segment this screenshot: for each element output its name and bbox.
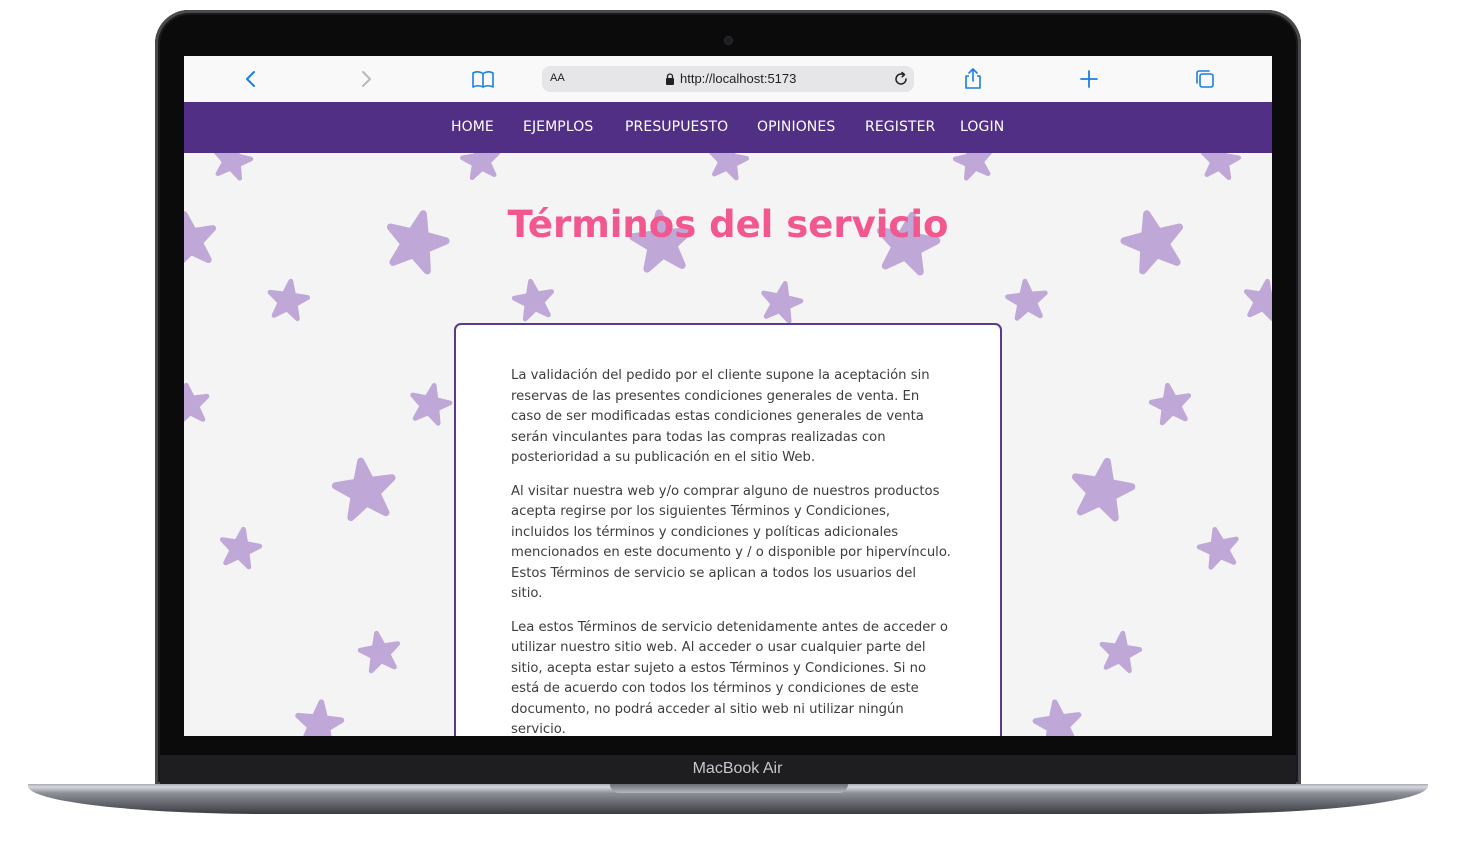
share-icon[interactable] bbox=[961, 67, 985, 91]
star-decoration bbox=[218, 526, 262, 568]
text-size-button[interactable]: AA bbox=[550, 72, 565, 84]
nav-opiniones[interactable]: OPINIONES bbox=[757, 119, 835, 135]
terms-paragraph: Lea estos Términos de servicio detenidam… bbox=[511, 619, 948, 737]
new-tab-icon[interactable] bbox=[1077, 67, 1101, 91]
star-decoration bbox=[333, 457, 397, 519]
back-icon[interactable] bbox=[239, 67, 263, 91]
star-decoration bbox=[512, 278, 556, 320]
star-decoration bbox=[267, 279, 310, 320]
star-decoration bbox=[1033, 699, 1082, 736]
terms-paragraph: La validación del pedido por el cliente … bbox=[511, 368, 930, 465]
star-decoration bbox=[1149, 382, 1193, 424]
star-decoration bbox=[708, 153, 750, 179]
star-decoration bbox=[408, 381, 453, 424]
star-decoration bbox=[358, 630, 402, 672]
star-decoration bbox=[1196, 525, 1241, 568]
page-title: Términos del servicio bbox=[507, 203, 949, 246]
page-content: Términos del servicio La validación del … bbox=[184, 153, 1272, 736]
star-decoration bbox=[1242, 278, 1272, 320]
star-decoration bbox=[1070, 457, 1136, 520]
url-text: http://localhost:5173 bbox=[680, 71, 797, 86]
reload-icon[interactable] bbox=[892, 70, 910, 88]
star-decoration bbox=[460, 153, 501, 179]
nav-login[interactable]: LOGIN bbox=[960, 119, 1004, 135]
address-bar[interactable]: AA http://localhost:5173 bbox=[542, 66, 914, 92]
star-decoration bbox=[295, 700, 343, 736]
star-decoration bbox=[211, 153, 253, 180]
nav-ejemplos[interactable]: EJEMPLOS bbox=[523, 119, 593, 135]
star-decoration bbox=[759, 279, 804, 322]
site-navbar: HOME EJEMPLOS PRESUPUESTO OPINIONES REGI… bbox=[184, 102, 1272, 153]
browser-toolbar: AA http://localhost:5173 bbox=[184, 56, 1272, 103]
lock-icon bbox=[666, 73, 674, 85]
screen: AA http://localhost:5173 HOME EJEMPLOS P… bbox=[184, 56, 1272, 736]
star-decoration bbox=[1006, 279, 1048, 319]
terms-card: La validación del pedido por el cliente … bbox=[454, 323, 1002, 736]
nav-presupuesto[interactable]: PRESUPUESTO bbox=[625, 119, 728, 135]
model-label: MacBook Air bbox=[692, 760, 783, 777]
laptop-notch bbox=[610, 784, 848, 793]
tabs-icon[interactable] bbox=[1193, 67, 1217, 91]
nav-home[interactable]: HOME bbox=[451, 119, 494, 135]
forward-icon[interactable] bbox=[354, 67, 378, 91]
star-decoration bbox=[1200, 153, 1241, 179]
nav-register[interactable]: REGISTER bbox=[865, 119, 935, 135]
camera-icon bbox=[724, 36, 733, 45]
terms-text: La validación del pedido por el cliente … bbox=[511, 366, 951, 736]
terms-paragraph: Al visitar nuestra web y/o comprar algun… bbox=[511, 483, 951, 602]
star-decoration bbox=[184, 383, 210, 424]
bookmarks-icon[interactable] bbox=[471, 67, 495, 91]
star-decoration bbox=[1099, 631, 1142, 672]
star-decoration bbox=[952, 153, 994, 180]
